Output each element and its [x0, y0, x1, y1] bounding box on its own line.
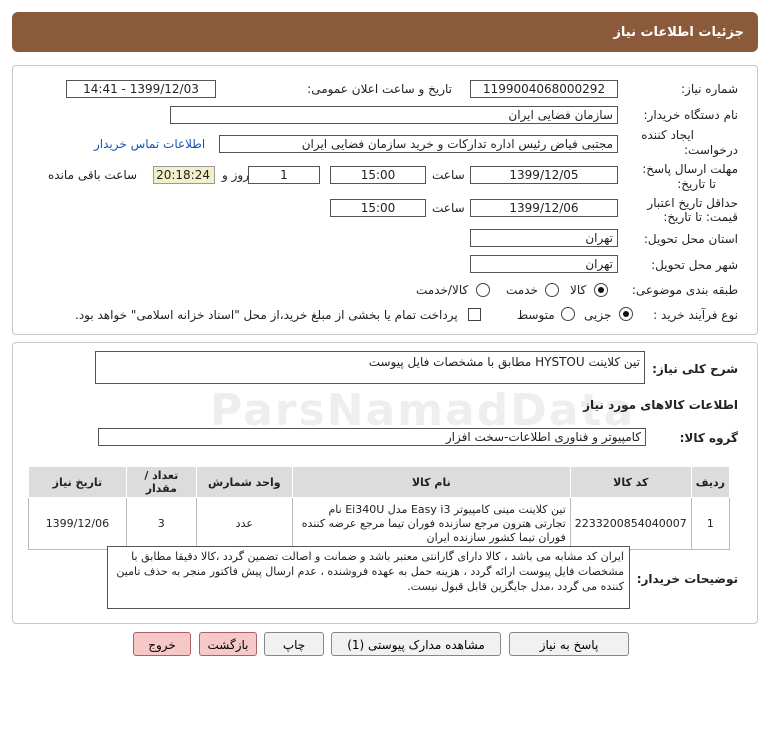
- cell-date: 1399/12/06: [28, 497, 127, 550]
- process-medium-radio[interactable]: [561, 307, 575, 321]
- process-label: نوع فرآیند خرید :: [653, 308, 738, 322]
- print-button[interactable]: چاپ: [264, 632, 324, 656]
- cell-qty: 3: [125, 497, 197, 550]
- cell-code: 2233200854040007: [569, 497, 692, 550]
- process-medium-label: متوسط: [517, 308, 555, 322]
- cell-row: 1: [690, 497, 731, 550]
- contact-buyer-link[interactable]: اطلاعات تماس خریدار: [94, 137, 205, 151]
- reply-deadline-label-1: مهلت ارسال پاسخ:: [642, 162, 738, 176]
- reply-button[interactable]: پاسخ به نیاز: [509, 632, 629, 656]
- city-label: شهر محل تحویل:: [651, 258, 738, 272]
- col-qty: تعداد / مقدار: [125, 466, 197, 498]
- reply-time-field: 15:00: [330, 166, 426, 184]
- exit-button[interactable]: خروج: [133, 632, 191, 656]
- category-goods-radio[interactable]: [594, 283, 608, 297]
- creator-label-1: ایجاد کننده: [641, 128, 694, 142]
- summary-label: شرح کلی نیاز:: [652, 362, 738, 376]
- reply-time-label: ساعت: [432, 168, 465, 182]
- page-title: جزئیات اطلاعات نیاز: [613, 24, 744, 40]
- days-count-field: 1: [248, 166, 320, 184]
- buyer-org-field: سازمان فضایی ایران: [170, 106, 618, 124]
- remaining-time-field: 20:18:24: [153, 166, 215, 184]
- category-both-radio[interactable]: [476, 283, 490, 297]
- validity-time-field: 15:00: [330, 199, 426, 217]
- category-service-radio[interactable]: [545, 283, 559, 297]
- treasury-payment-checkbox[interactable]: [468, 308, 481, 321]
- col-code: کد کالا: [569, 466, 692, 498]
- announce-label: تاریخ و ساعت اعلان عمومی:: [307, 82, 452, 96]
- goods-group-field: کامپیوتر و فناوری اطلاعات-سخت افزار: [98, 428, 646, 446]
- province-field: تهران: [470, 229, 618, 247]
- goods-group-label: گروه کالا:: [679, 431, 738, 445]
- city-field: تهران: [470, 255, 618, 273]
- need-number-field: 1199004068000292: [470, 80, 618, 98]
- reply-deadline-label-2: تا تاریخ:: [677, 177, 716, 191]
- validity-time-label: ساعت: [432, 201, 465, 215]
- cell-unit: عدد: [195, 497, 293, 550]
- col-date: تاریخ نیاز: [28, 466, 127, 498]
- col-unit: واحد شمارش: [195, 466, 293, 498]
- col-name: نام کالا: [291, 466, 571, 498]
- treasury-payment-note: پرداخت تمام یا بخشی از مبلغ خرید،از محل …: [75, 308, 458, 322]
- process-minor-radio[interactable]: [619, 307, 633, 321]
- buyer-notes-text: ایران کد مشابه می باشد ، کالا دارای گارا…: [107, 546, 630, 609]
- announce-field: 1399/12/03 - 14:41: [66, 80, 216, 98]
- validity-date-field: 1399/12/06: [470, 199, 618, 217]
- validity-label-1: حداقل تاریخ اعتبار: [647, 196, 738, 210]
- cell-name: تین کلاینت مینی کامپیوتر Easy i3 مدل Ei3…: [291, 497, 571, 550]
- creator-label-2: درخواست:: [684, 143, 738, 157]
- day-label: روز و: [222, 168, 249, 182]
- page-header: جزئیات اطلاعات نیاز: [12, 12, 758, 52]
- reply-date-field: 1399/12/05: [470, 166, 618, 184]
- view-attachments-button[interactable]: مشاهده مدارک پیوستی (1): [331, 632, 501, 656]
- back-button[interactable]: بازگشت: [199, 632, 257, 656]
- goods-table: ردیف کد کالا نام کالا واحد شمارش تعداد /…: [28, 466, 731, 550]
- buyer-org-label: نام دستگاه خریدار:: [643, 108, 739, 122]
- table-row: 1 2233200854040007 تین کلاینت مینی کامپی…: [28, 497, 731, 550]
- category-service-label: خدمت: [506, 283, 538, 297]
- province-label: استان محل تحویل:: [643, 232, 738, 246]
- goods-info-title: اطلاعات کالاهای مورد نیاز: [583, 398, 738, 412]
- category-label: طبقه بندی موضوعی:: [631, 283, 738, 297]
- validity-label-2: قیمت: تا تاریخ:: [663, 210, 738, 224]
- process-minor-label: جزیی: [584, 308, 612, 322]
- creator-field: مجتبی فیاض رئیس اداره تدارکات و خرید ساز…: [219, 135, 618, 153]
- category-both-label: کالا/خدمت: [416, 283, 469, 297]
- buyer-notes-label: توضیحات خریدار:: [636, 572, 738, 586]
- remaining-label: ساعت باقی مانده: [48, 168, 138, 182]
- category-goods-label: کالا: [570, 283, 587, 297]
- summary-field: تین کلاینت HYSTOU مطابق با مشخصات فایل پ…: [95, 351, 645, 384]
- col-row: ردیف: [690, 466, 731, 498]
- need-number-label: شماره نیاز:: [681, 82, 738, 96]
- table-header-row: ردیف کد کالا نام کالا واحد شمارش تعداد /…: [28, 466, 731, 498]
